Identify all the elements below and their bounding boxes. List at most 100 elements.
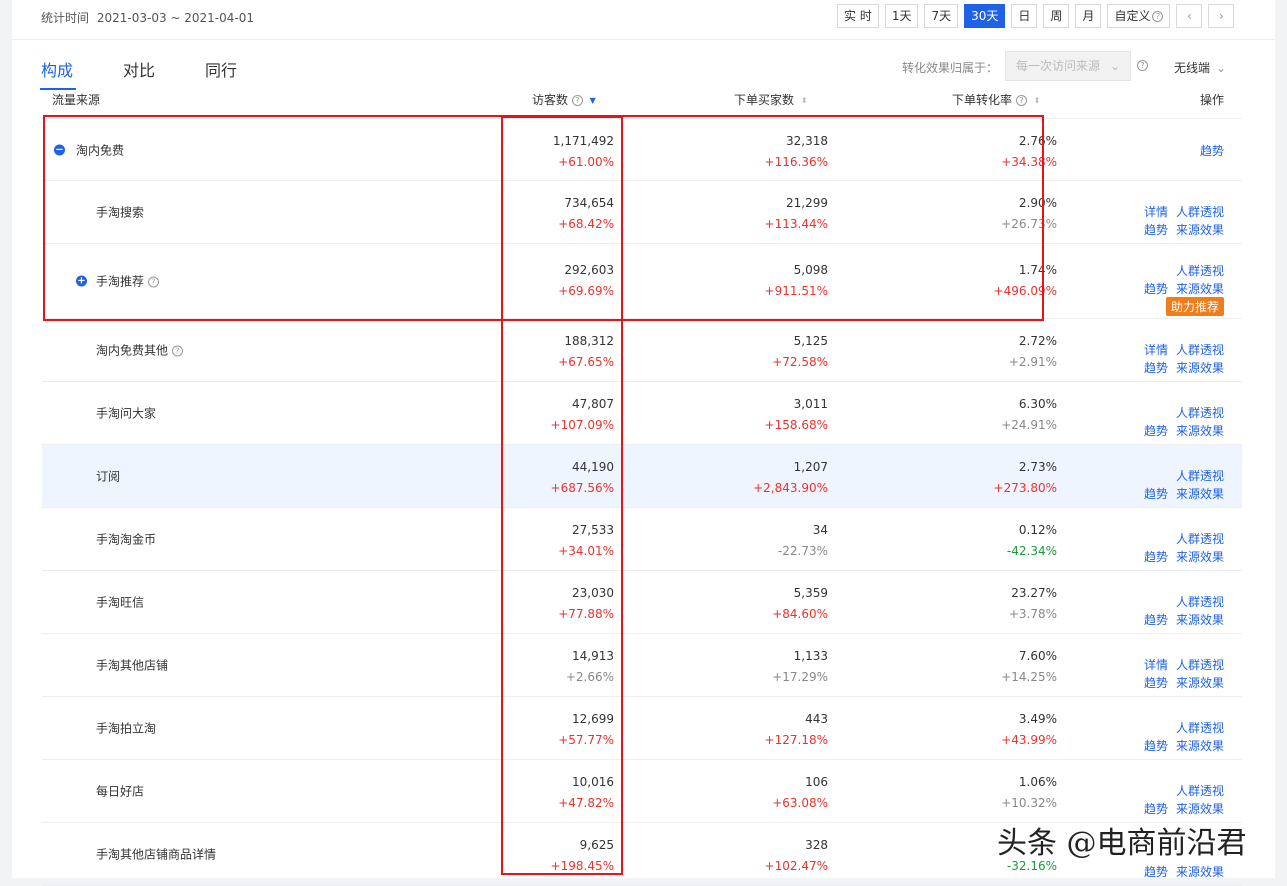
buyers-change: +72.58%	[772, 355, 828, 369]
period-realtime-button[interactable]: 实 时	[837, 4, 879, 28]
audience-link[interactable]: 人群透视	[1176, 205, 1224, 219]
period-day-button[interactable]: 日	[1011, 4, 1037, 28]
source-name[interactable]: 订阅	[96, 468, 120, 485]
ops-line-2: 趋势来源效果	[1136, 611, 1224, 628]
trend-link[interactable]: 趋势	[1144, 361, 1168, 375]
trend-link[interactable]: 趋势	[1144, 739, 1168, 753]
audience-link[interactable]: 人群透视	[1176, 784, 1224, 798]
help-icon: ?	[572, 95, 583, 106]
source-name[interactable]: 手淘旺信	[96, 594, 144, 611]
help-icon[interactable]: ?	[1137, 60, 1148, 71]
period-30day-button[interactable]: 30天	[964, 4, 1005, 28]
header-buyers[interactable]: 下单买家数 ⬍	[734, 91, 808, 108]
conversion-change: +3.78%	[1009, 607, 1057, 621]
detail-link[interactable]: 详情	[1144, 205, 1168, 219]
watermark-text: 头条 @电商前沿君	[997, 818, 1247, 862]
trend-link[interactable]: 趋势	[1144, 424, 1168, 438]
buyers-value: 3,011	[794, 397, 828, 411]
source-name[interactable]: 手淘淘金币	[96, 531, 156, 548]
prev-period-button[interactable]: ‹	[1176, 4, 1202, 28]
device-select[interactable]: 无线端⌄	[1174, 59, 1226, 76]
trend-link[interactable]: 趋势	[1144, 487, 1168, 501]
source-effect-link[interactable]: 来源效果	[1176, 361, 1224, 375]
header-visitors[interactable]: 访客数 ? ▼	[532, 91, 596, 108]
detail-link[interactable]: 详情	[1144, 343, 1168, 357]
ops-line-1: 人群透视	[1168, 782, 1224, 799]
source-name[interactable]: 每日好店	[96, 783, 144, 800]
source-effect-link[interactable]: 来源效果	[1176, 223, 1224, 237]
buyers-value: 5,359	[794, 586, 828, 600]
trend-link[interactable]: 趋势	[1200, 142, 1224, 159]
trend-link[interactable]: 趋势	[1144, 613, 1168, 627]
buyers-value: 106	[805, 775, 828, 789]
stat-time-range: 2021-03-03 ~ 2021-04-01	[97, 11, 254, 25]
period-custom-button[interactable]: 自定义?	[1107, 4, 1170, 28]
source-name[interactable]: 手淘其他店铺商品详情	[96, 846, 216, 863]
source-effect-link[interactable]: 来源效果	[1176, 424, 1224, 438]
header-ops: 操作	[1200, 91, 1224, 108]
source-effect-link[interactable]: 来源效果	[1176, 739, 1224, 753]
device-selected: 无线端	[1174, 61, 1210, 75]
header-conversion[interactable]: 下单转化率 ? ⬍	[952, 91, 1040, 108]
conversion-change: +2.91%	[1009, 355, 1057, 369]
source-effect-link[interactable]: 来源效果	[1176, 676, 1224, 690]
audience-link[interactable]: 人群透视	[1176, 658, 1224, 672]
source-effect-link[interactable]: 来源效果	[1176, 613, 1224, 627]
source-effect-link[interactable]: 来源效果	[1176, 550, 1224, 564]
highlight-box-visitors-column	[501, 116, 623, 875]
tab-compare[interactable]: 对比	[123, 57, 155, 81]
audience-link[interactable]: 人群透视	[1176, 532, 1224, 546]
conversion-change: +14.25%	[1001, 670, 1057, 684]
trend-link[interactable]: 趋势	[1144, 676, 1168, 690]
audience-link[interactable]: 人群透视	[1176, 264, 1224, 278]
trend-link[interactable]: 趋势	[1144, 282, 1168, 296]
attribution-selected: 每一次访问来源	[1016, 59, 1100, 73]
source-effect-link[interactable]: 来源效果	[1176, 487, 1224, 501]
audience-link[interactable]: 人群透视	[1176, 595, 1224, 609]
period-custom-label: 自定义	[1114, 9, 1150, 23]
trend-link[interactable]: 趋势	[1144, 223, 1168, 237]
trend-link[interactable]: 趋势	[1144, 802, 1168, 816]
conversion-change: +43.99%	[1001, 733, 1057, 747]
ops-line-1: 人群透视	[1168, 593, 1224, 610]
source-name[interactable]: 手淘问大家	[96, 405, 156, 422]
conversion-value: 2.73%	[1019, 460, 1057, 474]
tab-peers[interactable]: 同行	[205, 57, 237, 81]
boost-recommend-badge[interactable]: 助力推荐	[1166, 297, 1224, 316]
source-effect-link[interactable]: 来源效果	[1176, 802, 1224, 816]
sort-icon[interactable]: ⬍	[801, 97, 808, 105]
next-period-button[interactable]: ›	[1208, 4, 1234, 28]
buyers-change: +63.08%	[772, 796, 828, 810]
detail-link[interactable]: 详情	[1144, 658, 1168, 672]
period-1day-button[interactable]: 1天	[885, 4, 919, 28]
help-icon: ?	[1016, 95, 1027, 106]
sort-icon[interactable]: ⬍	[1034, 97, 1041, 105]
attribution-select[interactable]: 每一次访问来源 ⌄	[1005, 51, 1131, 81]
ops-line-1: 人群透视	[1168, 404, 1224, 421]
trend-link[interactable]: 趋势	[1144, 865, 1168, 879]
conversion-value: 3.49%	[1019, 712, 1057, 726]
attribution-label: 转化效果归属于：	[902, 59, 998, 76]
audience-link[interactable]: 人群透视	[1176, 469, 1224, 483]
stat-time: 统计时间 2021-03-03 ~ 2021-04-01	[41, 9, 254, 26]
trend-link[interactable]: 趋势	[1144, 550, 1168, 564]
period-week-button[interactable]: 周	[1043, 4, 1069, 28]
source-name[interactable]: 手淘其他店铺	[96, 657, 168, 674]
source-name[interactable]: 手淘拍立淘	[96, 720, 156, 737]
source-effect-link[interactable]: 来源效果	[1176, 865, 1224, 879]
ops-line-2: 趋势来源效果	[1136, 422, 1224, 439]
source-name[interactable]: 淘内免费其他 ?	[96, 342, 183, 359]
conversion-change: +24.91%	[1001, 418, 1057, 432]
audience-link[interactable]: 人群透视	[1176, 343, 1224, 357]
tab-composition[interactable]: 构成	[41, 57, 73, 81]
table-row: 手淘淘金币 27,533 +34.01% 34 -22.73% 0.12% -4…	[42, 508, 1242, 571]
sort-desc-icon[interactable]: ▼	[590, 97, 596, 105]
period-7day-button[interactable]: 7天	[924, 4, 958, 28]
audience-link[interactable]: 人群透视	[1176, 406, 1224, 420]
conversion-change: +273.80%	[994, 481, 1057, 495]
source-effect-link[interactable]: 来源效果	[1176, 282, 1224, 296]
conversion-value: 6.30%	[1019, 397, 1057, 411]
audience-link[interactable]: 人群透视	[1176, 721, 1224, 735]
buyers-change: +2,843.90%	[753, 481, 828, 495]
period-month-button[interactable]: 月	[1075, 4, 1101, 28]
